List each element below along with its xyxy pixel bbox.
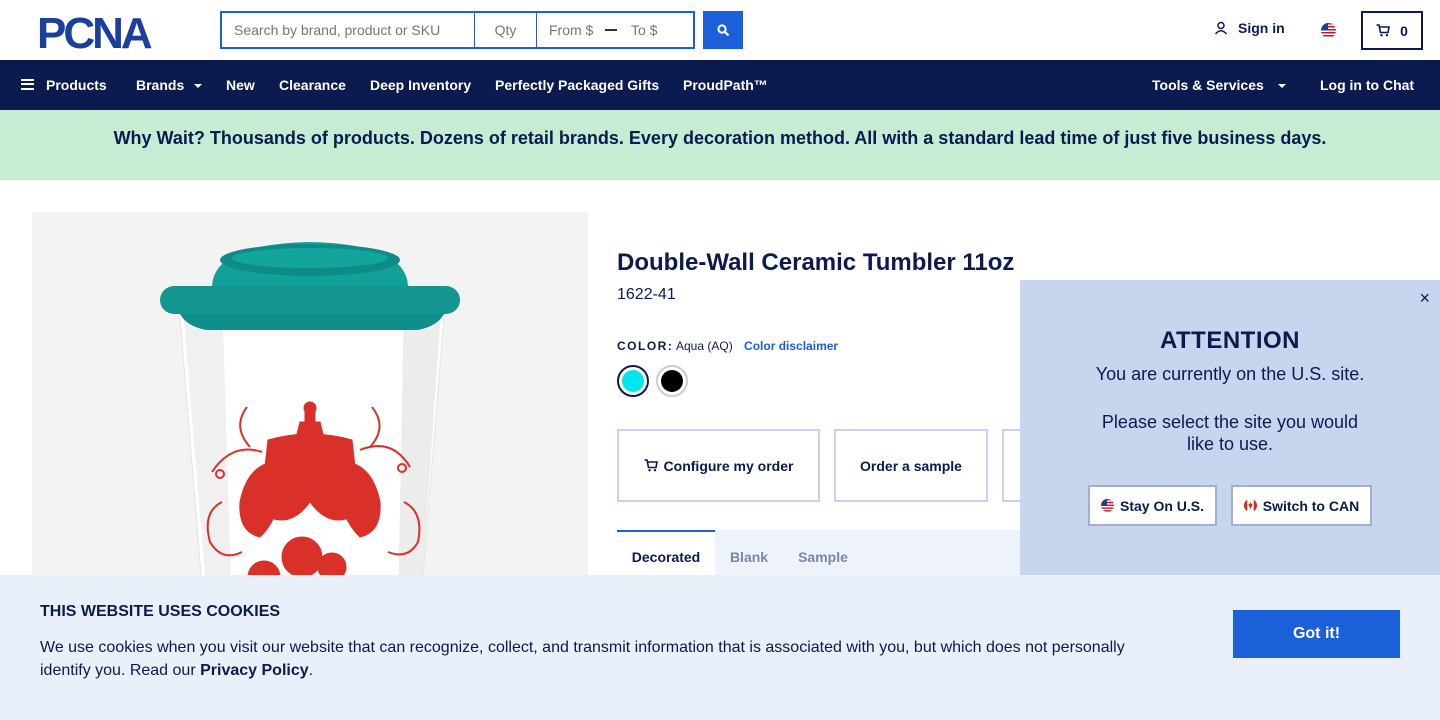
nav-clearance[interactable]: Clearance (279, 60, 346, 110)
tab-decorated[interactable]: Decorated (617, 530, 715, 575)
configure-order-label: Configure my order (663, 457, 794, 474)
pcna-logo[interactable]: PCNA (37, 9, 184, 58)
user-icon (1214, 21, 1228, 35)
swatch-black[interactable] (656, 365, 688, 397)
cart-icon (644, 459, 658, 472)
configure-order-button[interactable]: Configure my order (617, 429, 820, 502)
menu-icon (21, 78, 34, 90)
got-it-button[interactable]: Got it! (1233, 610, 1400, 658)
canada-flag-icon (1243, 499, 1257, 512)
qty-input[interactable] (475, 13, 537, 47)
tumbler-illustration (160, 242, 460, 612)
site-selector-popup: × ATTENTION You are currently on the U.S… (1020, 280, 1440, 575)
cart-count: 0 (1400, 22, 1408, 39)
price-to-input[interactable] (631, 22, 681, 38)
stay-us-button[interactable]: Stay On U.S. (1088, 485, 1217, 526)
product-title: Double-Wall Ceramic Tumbler 11oz (617, 249, 1015, 276)
attention-line2: Please select the site you would like to… (1101, 412, 1359, 454)
privacy-policy-link[interactable]: Privacy Policy (200, 662, 309, 679)
tab-blank[interactable]: Blank (717, 530, 781, 575)
top-header: PCNA Sign in (0, 0, 1440, 60)
product-image[interactable] (32, 212, 588, 612)
logo-text: PCNA (37, 12, 152, 50)
nav-gifts[interactable]: Perfectly Packaged Gifts (495, 60, 659, 110)
us-flag-icon[interactable] (1321, 23, 1336, 38)
order-sample-label: Order a sample (860, 457, 962, 474)
color-row: COLOR: Aqua (AQ) Color disclaimer (617, 339, 838, 353)
cookie-banner: THIS WEBSITE USES COOKIES We use cookies… (0, 575, 1440, 720)
nav-proudpath[interactable]: ProudPath™ (683, 60, 768, 110)
tab-sample[interactable]: Sample (787, 530, 859, 575)
color-label: COLOR: (617, 339, 674, 353)
us-flag-icon (1100, 499, 1114, 512)
close-icon[interactable]: × (1419, 289, 1430, 307)
cookie-text: We use cookies when you visit our websit… (40, 636, 1150, 682)
nav-deep-inventory[interactable]: Deep Inventory (370, 60, 471, 110)
nav-chat[interactable]: Log in to Chat (1320, 60, 1414, 110)
cookie-title: THIS WEBSITE USES COOKIES (40, 603, 281, 620)
promo-banner-text: Why Wait? Thousands of products. Dozens … (113, 128, 1327, 148)
product-sku: 1622-41 (617, 286, 676, 303)
nav-brands[interactable]: Brands (136, 60, 203, 110)
attention-line1: You are currently on the U.S. site. (1095, 364, 1365, 384)
nav-tools-label: Tools & Services (1152, 77, 1264, 93)
color-disclaimer-link[interactable]: Color disclaimer (744, 339, 838, 353)
cart-button[interactable]: 0 (1361, 11, 1423, 50)
nav-products[interactable]: Products (21, 60, 107, 110)
sign-in-link[interactable]: Sign in (1214, 20, 1285, 36)
switch-can-button[interactable]: Switch to CAN (1231, 485, 1372, 526)
search-input[interactable] (222, 13, 475, 47)
main-nav: Products Brands New Clearance Deep Inven… (0, 60, 1440, 110)
nav-products-label: Products (46, 77, 107, 93)
swatch-aqua-color (622, 370, 644, 392)
search-form (220, 11, 695, 49)
swatch-black-color (661, 370, 683, 392)
promo-banner: Why Wait? Thousands of products. Dozens … (0, 110, 1440, 180)
price-from-input[interactable] (549, 22, 599, 38)
search-button[interactable] (703, 11, 743, 49)
swatch-aqua[interactable] (617, 365, 649, 397)
nav-tools[interactable]: Tools & Services (1152, 60, 1286, 110)
nav-new[interactable]: New (226, 60, 255, 110)
chevron-down-icon (1277, 84, 1286, 89)
switch-can-label: Switch to CAN (1262, 497, 1360, 514)
stay-us-label: Stay On U.S. (1119, 497, 1205, 514)
cookie-period: . (308, 662, 314, 679)
order-sample-button[interactable]: Order a sample (834, 429, 988, 502)
cart-icon (1376, 24, 1391, 37)
sign-in-label: Sign in (1238, 20, 1285, 36)
chevron-down-icon (194, 84, 203, 89)
attention-title: ATTENTION (1159, 327, 1301, 354)
price-dash (605, 29, 617, 31)
color-value: Aqua (AQ) (676, 339, 733, 353)
price-range (537, 13, 693, 47)
nav-brands-label: Brands (136, 77, 185, 93)
search-icon (716, 23, 729, 36)
